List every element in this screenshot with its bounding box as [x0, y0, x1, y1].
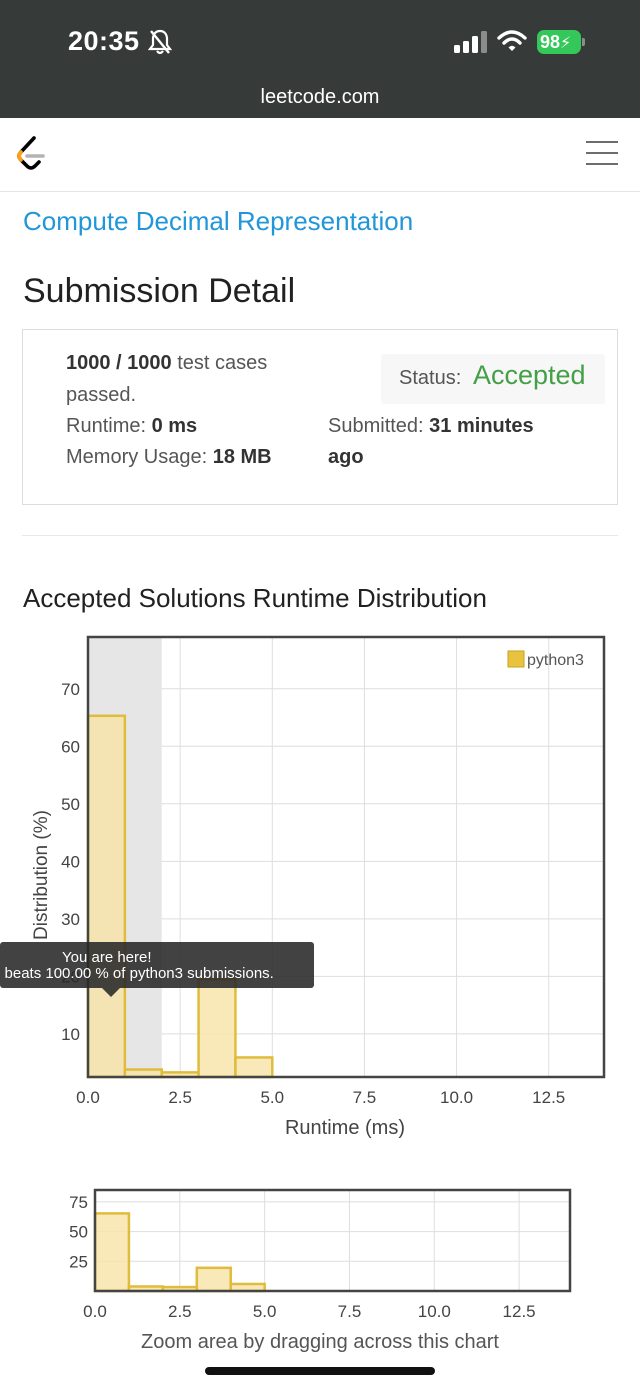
zoom-caption: Zoom area by dragging across this chart — [141, 1331, 499, 1353]
plot-area-frame — [86, 635, 606, 1079]
y-tick-label: 10 — [61, 1025, 80, 1044]
runtime-line: Runtime: 0 ms — [66, 415, 197, 438]
zoom-navigator-chart[interactable]: 25 50 75 0.0 2.5 5.0 7.5 10.0 12.5 Zoom area by… — [0, 1180, 640, 1370]
zoom-plot-frame — [93, 1188, 572, 1293]
x-axis-label: Runtime (ms) — [285, 1117, 405, 1139]
zoom-x-tick-label: 2.5 — [168, 1302, 192, 1321]
legend-swatch — [507, 650, 525, 668]
zoom-y-tick-label: 50 — [69, 1223, 88, 1242]
clock: 20:35 — [68, 26, 140, 56]
bar — [86, 714, 127, 1079]
y-tick-label: 70 — [61, 680, 80, 699]
tooltip-title: You are here! — [62, 949, 152, 966]
y-axis-label: Distribution (%) — [31, 810, 52, 940]
status-box: Status: Accepted — [381, 354, 605, 404]
zoom-y-axis-ticks: 25 50 75 — [69, 1193, 88, 1271]
zoom-y-tick-label: 75 — [69, 1193, 88, 1212]
you-are-here-tooltip: You are here! e beats 100.00 % of python… — [0, 942, 314, 997]
passed-label: passed. — [66, 384, 137, 406]
tooltip-arrow — [102, 988, 120, 997]
y-tick-label: 30 — [61, 910, 80, 929]
zoom-x-tick-label: 7.5 — [338, 1302, 362, 1321]
x-tick-label: 12.5 — [532, 1088, 565, 1107]
submitted-line-2: ago — [328, 446, 364, 469]
zoom-bar — [93, 1212, 131, 1293]
cellular-signal-icon — [454, 31, 487, 53]
y-tick-label: 60 — [61, 737, 80, 756]
y-tick-label: 50 — [61, 795, 80, 814]
page-title: Submission Detail — [23, 272, 296, 310]
battery-nub — [582, 38, 585, 46]
bell-slash-icon — [148, 29, 172, 55]
problem-title-link[interactable]: Compute Decimal Representation — [23, 206, 413, 237]
x-tick-label: 10.0 — [440, 1088, 473, 1107]
status-label: Status: — [399, 367, 462, 389]
bar — [234, 1056, 274, 1079]
runtime-distribution-chart[interactable]: 10203040506070 0.02.55.07.510.012.5 pyth… — [0, 625, 640, 1145]
legend-label[interactable]: python3 — [527, 652, 584, 669]
url-bar[interactable]: leetcode.com — [0, 86, 640, 109]
y-tick-label: 40 — [61, 852, 80, 871]
runtime-value: 0 ms — [151, 415, 198, 437]
hamburger-menu-icon[interactable] — [586, 141, 618, 165]
x-tick-label: 5.0 — [260, 1088, 284, 1107]
tooltip-text: e beats 100.00 % of python3 submissions. — [0, 965, 274, 982]
test-cases-count: 1000 / 1000 — [66, 352, 172, 374]
bar — [197, 977, 237, 1079]
battery-level: 98 — [540, 32, 561, 52]
status-badge[interactable]: Accepted — [473, 360, 586, 391]
memory-value: 18 MB — [212, 446, 272, 468]
zoom-y-tick-label: 25 — [69, 1252, 88, 1271]
home-indicator[interactable] — [205, 1367, 435, 1375]
x-axis-ticks: 0.0 2.5 5.0 7.5 10.0 12.5 — [76, 1088, 565, 1107]
zoom-bar — [195, 1266, 232, 1293]
battery-charging-icon: 98⚡ — [537, 30, 581, 54]
wifi-icon — [497, 30, 527, 51]
test-cases-line: 1000 / 1000 test cases — [66, 352, 267, 375]
x-tick-label: 7.5 — [353, 1088, 377, 1107]
memory-line: Memory Usage: 18 MB — [66, 446, 272, 469]
y-axis-ticks: 10203040506070 — [61, 680, 80, 1044]
submitted-value-ago: ago — [328, 446, 364, 468]
test-cases-label: test cases — [177, 352, 268, 374]
zoom-x-tick-label: 0.0 — [83, 1302, 107, 1321]
submitted-line: Submitted: 31 minutes — [328, 415, 534, 438]
site-header — [0, 118, 640, 192]
submission-summary-card: 1000 / 1000 test cases passed. Runtime: … — [22, 329, 618, 505]
section-divider — [22, 535, 618, 536]
status-bar: 20:35 98⚡ leetcode.com — [0, 0, 640, 118]
runtime-label: Runtime: — [66, 415, 147, 437]
submitted-label: Submitted: — [328, 415, 424, 437]
x-tick-label: 2.5 — [168, 1088, 192, 1107]
submitted-value: 31 minutes — [429, 415, 534, 437]
memory-label: Memory Usage: — [66, 446, 208, 468]
zoom-x-tick-label: 5.0 — [253, 1302, 277, 1321]
chart-grid — [87, 637, 604, 1077]
zoom-x-tick-label: 12.5 — [503, 1302, 536, 1321]
zoom-x-axis-ticks: 0.0 2.5 5.0 7.5 10.0 12.5 — [83, 1302, 535, 1321]
chart-title: Accepted Solutions Runtime Distribution — [23, 583, 487, 613]
zoom-chart-grid — [94, 1190, 570, 1291]
zoom-x-tick-label: 10.0 — [418, 1302, 451, 1321]
x-tick-label: 0.0 — [76, 1088, 100, 1107]
leetcode-logo[interactable] — [14, 134, 48, 174]
